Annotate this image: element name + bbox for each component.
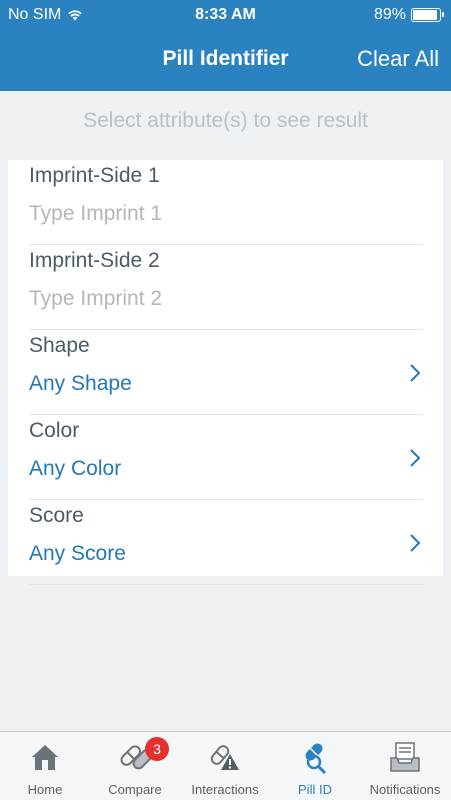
- battery-icon: [411, 8, 444, 22]
- tab-notifications[interactable]: Notifications: [360, 732, 450, 800]
- battery-percent: 89%: [373, 6, 406, 23]
- imprint-side-2-input[interactable]: Type Imprint 2: [29, 287, 162, 311]
- tab-compare[interactable]: 3 Compare: [90, 732, 180, 800]
- field-label: Shape: [29, 334, 90, 357]
- inbox-icon: [390, 742, 420, 772]
- home-icon: [32, 745, 58, 770]
- tab-bar: Home 3 Compare Interactions Pill ID Noti…: [0, 731, 451, 800]
- tab-label: Compare: [108, 782, 162, 797]
- field-label: Imprint-Side 2: [29, 249, 160, 272]
- tab-pill-id[interactable]: Pill ID: [270, 732, 360, 800]
- tab-label: Notifications: [369, 782, 441, 797]
- interactions-warning-icon: [210, 745, 239, 770]
- tab-home[interactable]: Home: [0, 732, 90, 800]
- color-row[interactable]: Color Any Color: [29, 415, 423, 500]
- tab-label: Pill ID: [298, 782, 332, 797]
- chevron-right-icon: [410, 364, 421, 382]
- navigation-bar: No SIM 8:33 AM 89% Pill Identifier Clear…: [0, 0, 451, 91]
- field-label: Imprint-Side 1: [29, 164, 160, 187]
- tab-label: Home: [27, 782, 63, 797]
- compare-count-badge: 3: [145, 737, 169, 761]
- imprint-side-1-row[interactable]: Imprint-Side 1 Type Imprint 1: [29, 160, 423, 245]
- imprint-side-1-input[interactable]: Type Imprint 1: [29, 202, 162, 226]
- clear-all-button[interactable]: Clear All: [357, 46, 439, 72]
- shape-row[interactable]: Shape Any Shape: [29, 330, 423, 415]
- hint-text: Select attribute(s) to see result: [83, 109, 368, 132]
- chevron-right-icon: [410, 449, 421, 467]
- chevron-right-icon: [410, 534, 421, 552]
- shape-value: Any Shape: [29, 372, 132, 395]
- battery-info: 89%: [373, 6, 444, 24]
- tab-interactions[interactable]: Interactions: [180, 732, 270, 800]
- attribute-form: Imprint-Side 1 Type Imprint 1 Imprint-Si…: [8, 160, 443, 585]
- status-bar: No SIM 8:33 AM 89%: [0, 0, 451, 30]
- pill-search-icon: [305, 743, 327, 774]
- tab-label: Interactions: [191, 782, 259, 797]
- score-row[interactable]: Score Any Score: [29, 500, 423, 585]
- score-value: Any Score: [29, 542, 126, 565]
- color-value: Any Color: [29, 457, 122, 480]
- field-label: Score: [29, 504, 84, 527]
- field-label: Color: [29, 419, 80, 442]
- imprint-side-2-row[interactable]: Imprint-Side 2 Type Imprint 2: [29, 245, 423, 330]
